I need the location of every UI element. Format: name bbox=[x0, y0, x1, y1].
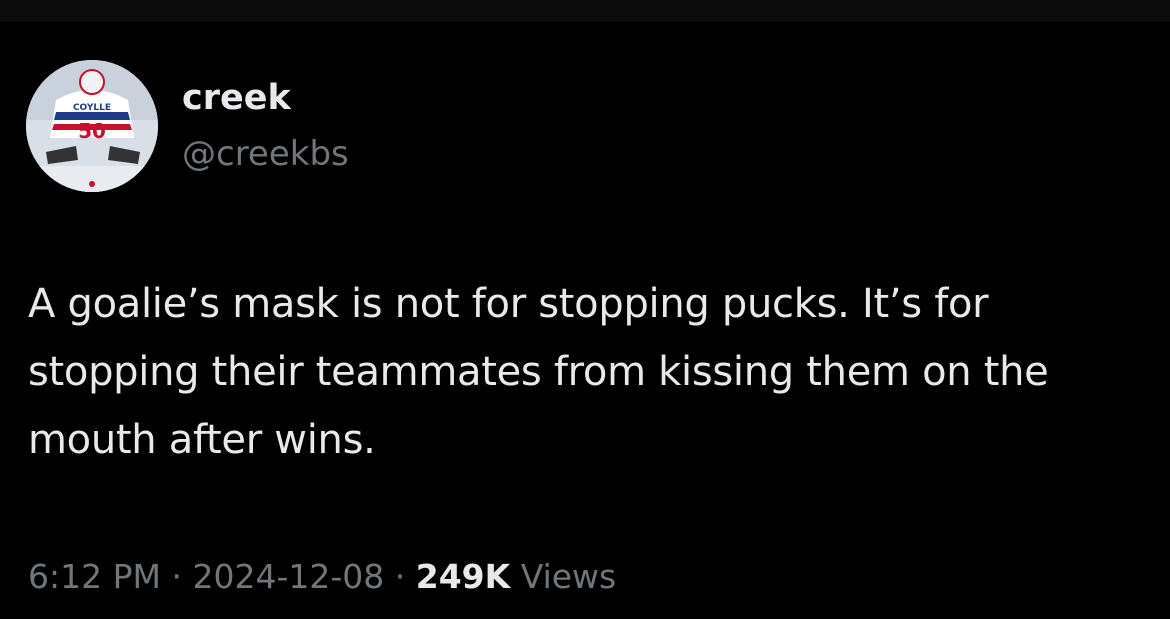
meta-separator: · bbox=[171, 557, 182, 596]
tweet-date[interactable]: 2024-12-08 bbox=[192, 557, 384, 596]
views-label[interactable]: Views bbox=[521, 557, 617, 596]
views-count[interactable]: 249K bbox=[416, 557, 510, 596]
avatar[interactable]: COYLLE 50 bbox=[26, 60, 158, 192]
hockey-goalie-avatar-icon: COYLLE 50 bbox=[26, 60, 158, 192]
meta-separator: · bbox=[394, 557, 406, 596]
tweet-time[interactable]: 6:12 PM bbox=[28, 557, 161, 596]
tweet-meta: 6:12 PM · 2024-12-08 · 249K Views bbox=[28, 553, 616, 601]
author-display-name[interactable]: creek bbox=[182, 76, 291, 120]
tweet: COYLLE 50 creek @creekbs A goalie’s mask… bbox=[0, 0, 1170, 619]
tweet-text: A goalie’s mask is not for stopping puck… bbox=[28, 281, 1049, 463]
avatar-jersey-name: COYLLE bbox=[73, 103, 111, 113]
author-handle[interactable]: @creekbs bbox=[182, 132, 349, 176]
avatar-jersey-number: 50 bbox=[78, 119, 106, 143]
